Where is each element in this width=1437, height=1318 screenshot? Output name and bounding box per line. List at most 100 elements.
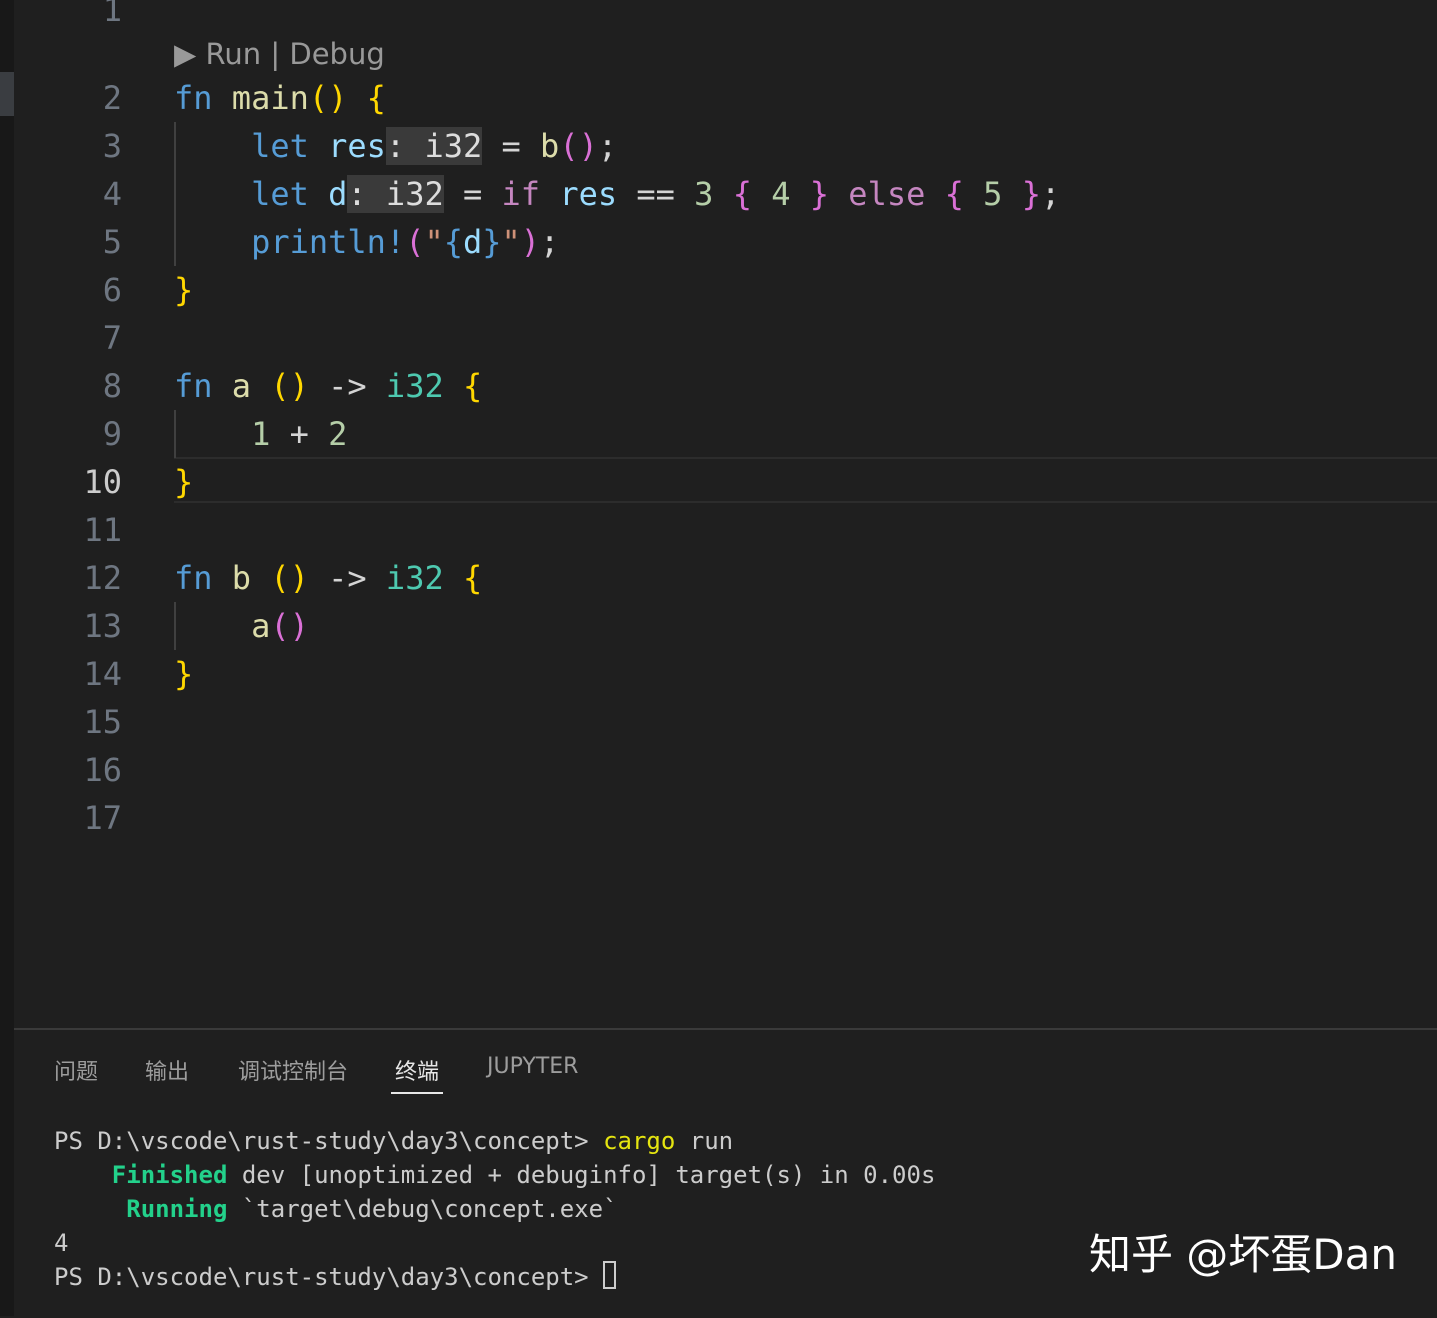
macro: println!: [251, 223, 406, 261]
type: i32: [385, 559, 444, 597]
play-icon[interactable]: ▶: [174, 37, 206, 71]
line-number: 3: [102, 127, 122, 165]
tab-debug-console[interactable]: 调试控制台: [238, 1054, 348, 1086]
variable: res: [559, 175, 618, 213]
number: 2: [328, 415, 348, 453]
bracket: (): [270, 559, 309, 597]
keyword: let: [251, 175, 309, 213]
variable: d: [328, 175, 348, 213]
variable: res: [328, 127, 386, 165]
function-call: a: [251, 607, 271, 645]
bracket: (): [308, 79, 348, 117]
bottom-panel: 问题 输出 调试控制台 终端 JUPYTER PS D:\vscode\rust…: [14, 1028, 1437, 1318]
terminal-command: cargo: [603, 1127, 676, 1155]
semicolon: ;: [1040, 175, 1061, 213]
operator: +: [289, 415, 309, 453]
current-line-highlight: [174, 457, 1437, 503]
operator: ->: [328, 367, 367, 405]
terminal-line: Finished dev [unoptimized + debuginfo] t…: [54, 1158, 936, 1192]
bracket: }: [174, 655, 194, 693]
line-number: 13: [83, 607, 122, 645]
code-line-12: fn b () -> i32 {: [174, 554, 482, 602]
operator: ->: [328, 559, 367, 597]
terminal-line: PS D:\vscode\rust-study\day3\concept> ca…: [54, 1124, 733, 1158]
bracket: (): [270, 607, 309, 645]
keyword: if: [501, 175, 541, 213]
line-number: 2: [102, 79, 122, 117]
bracket: }: [809, 175, 830, 213]
line-number: 16: [83, 751, 122, 789]
line-number: 11: [83, 511, 122, 549]
keyword: fn: [174, 367, 213, 405]
bracket: (): [559, 127, 598, 165]
codelens-separator: |: [270, 37, 281, 71]
terminal-prompt: PS D:\vscode\rust-study\day3\concept>: [54, 1127, 604, 1155]
function-name: b: [231, 559, 252, 597]
terminal-text: dev [unoptimized + debuginfo] target(s) …: [227, 1161, 936, 1189]
line-number: 14: [83, 655, 122, 693]
inlay-type-hint: : i32: [347, 175, 444, 213]
tab-jupyter[interactable]: JUPYTER: [487, 1054, 578, 1079]
format-brace: }: [482, 223, 502, 261]
terminal-text: `target\debug\concept.exe`: [227, 1195, 618, 1223]
code-line-13: a(): [174, 602, 309, 650]
keyword: fn: [174, 79, 213, 117]
bracket: {: [366, 79, 386, 117]
string: ": [501, 223, 521, 261]
code-line-14: }: [174, 650, 193, 698]
type: i32: [385, 367, 444, 405]
codelens-run-link[interactable]: Run: [206, 37, 262, 71]
terminal-line: Running `target\debug\concept.exe`: [54, 1192, 618, 1226]
line-number-active: 10: [83, 463, 122, 501]
operator: =: [462, 175, 483, 213]
bracket: {: [462, 559, 483, 597]
tab-terminal[interactable]: 终端: [395, 1054, 439, 1086]
tab-problems[interactable]: 问题: [54, 1054, 98, 1086]
number: 3: [694, 175, 714, 213]
line-number: 9: [102, 415, 122, 453]
bracket: }: [1021, 175, 1041, 213]
variable: d: [462, 223, 483, 261]
bracket: {: [462, 367, 483, 405]
semicolon: ;: [597, 127, 618, 165]
operator: =: [501, 127, 521, 165]
bracket: ): [520, 223, 541, 261]
line-number: 4: [102, 175, 122, 213]
tab-output[interactable]: 输出: [145, 1054, 189, 1086]
line-number: 5: [102, 223, 122, 261]
number: 4: [771, 175, 791, 213]
code-line-5: println!("{d}");: [174, 218, 559, 266]
number: 5: [983, 175, 1003, 213]
operator: ==: [636, 175, 675, 213]
codelens: ▶ Run | Debug: [174, 30, 385, 78]
terminal-command-arg: run: [675, 1127, 734, 1155]
line-number: 1: [102, 0, 122, 29]
code-line-9: 1 + 2: [174, 410, 347, 458]
function-name: a: [231, 367, 252, 405]
line-number: 15: [83, 703, 122, 741]
code-line-2: fn main() {: [174, 74, 386, 122]
code-editor[interactable]: 1 2 3 4 5 6 7 8 9 10 11 12 13 14 15 16 1…: [14, 0, 1437, 1028]
keyword: else: [848, 175, 926, 213]
number: 1: [251, 415, 271, 453]
active-tab-indicator: [391, 1092, 443, 1094]
line-number: 12: [83, 559, 122, 597]
semicolon: ;: [540, 223, 560, 261]
terminal-status: Running: [126, 1195, 228, 1223]
code-line-6: }: [174, 266, 193, 314]
codelens-debug-link[interactable]: Debug: [289, 37, 384, 71]
terminal-line[interactable]: PS D:\vscode\rust-study\day3\concept>: [54, 1260, 617, 1294]
terminal-prompt: PS D:\vscode\rust-study\day3\concept>: [54, 1263, 604, 1291]
line-number: 17: [83, 799, 122, 837]
bracket: (: [405, 223, 425, 261]
terminal-cursor: [603, 1261, 617, 1289]
function-name: main: [231, 79, 309, 117]
line-number: 7: [102, 319, 122, 357]
terminal-output: 4: [54, 1229, 69, 1257]
inlay-type-hint: : i32: [385, 127, 483, 165]
bracket: (): [270, 367, 309, 405]
code-line-4: let d: i32 = if res == 3 { 4 } else { 5 …: [174, 170, 1060, 218]
bracket: {: [732, 175, 752, 213]
format-brace: {: [443, 223, 463, 261]
function-call: b: [540, 127, 560, 165]
